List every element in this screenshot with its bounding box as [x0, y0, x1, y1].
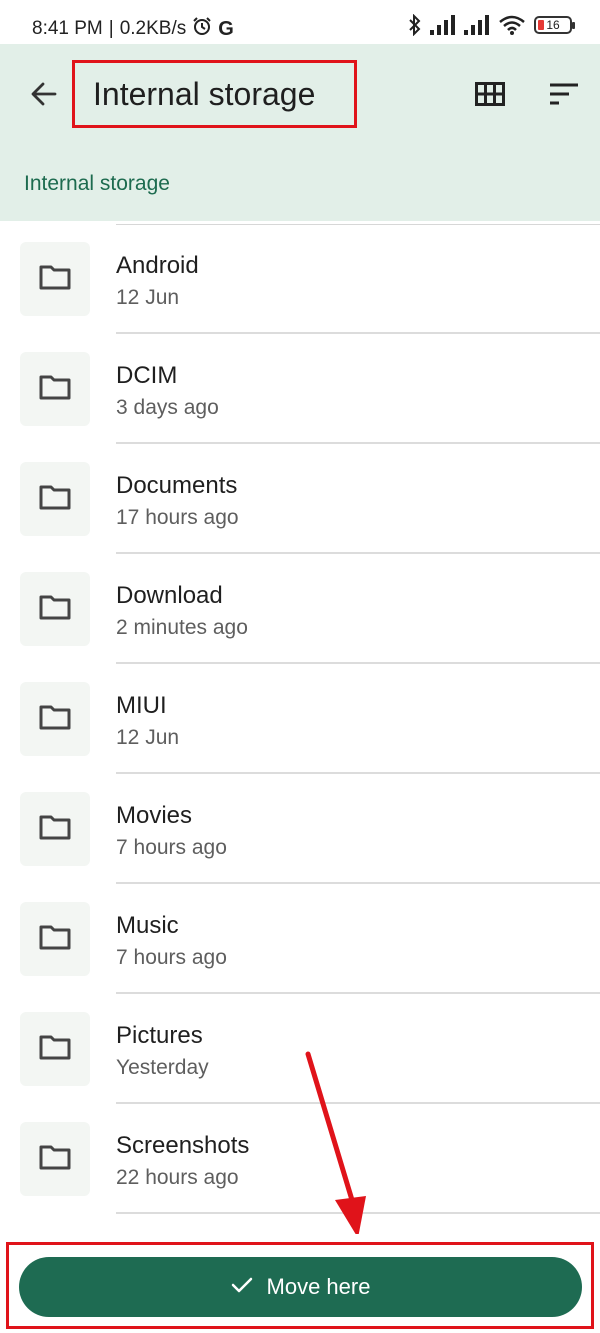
- folder-date: 2 minutes ago: [116, 616, 248, 639]
- folder-icon: [39, 594, 71, 625]
- folder-icon-container: [20, 352, 90, 426]
- status-left: 8:41 PM | 0.2KB/s G: [32, 16, 234, 42]
- folder-icon: [39, 484, 71, 515]
- folder-icon-container: [20, 682, 90, 756]
- bluetooth-icon: [408, 14, 422, 36]
- folder-name: MIUI: [116, 692, 167, 719]
- folder-icon-container: [20, 792, 90, 866]
- folder-name: Pictures: [116, 1022, 203, 1049]
- battery-icon: 16: [534, 16, 575, 34]
- folder-icon-container: [20, 462, 90, 536]
- folder-date: 22 hours ago: [116, 1166, 239, 1189]
- folder-icon: [39, 924, 71, 955]
- folder-name: Music: [116, 912, 179, 939]
- folder-icon-container: [20, 902, 90, 976]
- breadcrumb[interactable]: Internal storage: [24, 172, 170, 196]
- wifi-icon: [498, 15, 526, 35]
- alarm-icon: [192, 16, 212, 42]
- list-item[interactable]: Android 12 Jun: [0, 224, 600, 334]
- folder-name: Documents: [116, 472, 238, 499]
- folder-date: 17 hours ago: [116, 506, 239, 529]
- status-separator: |: [108, 18, 114, 39]
- page-title: Internal storage: [93, 75, 316, 112]
- bottom-action-area: Move here: [0, 1234, 600, 1333]
- sort-button[interactable]: [542, 74, 586, 118]
- battery-level: 16: [546, 18, 560, 32]
- folder-date: 12 Jun: [116, 726, 180, 749]
- signal-icon: [430, 15, 456, 35]
- app-bar: Internal storage Internal storage: [0, 44, 600, 221]
- status-speed: 0.2KB/s: [119, 18, 187, 39]
- folder-date: 7 hours ago: [116, 946, 227, 969]
- arrow-back-icon: [30, 80, 58, 113]
- folder-date: 12 Jun: [116, 286, 180, 309]
- grid-view-icon: [475, 81, 505, 111]
- move-here-button[interactable]: Move here: [19, 1257, 582, 1317]
- folder-name: Movies: [116, 802, 193, 829]
- title-highlight-box: Internal storage: [72, 60, 357, 128]
- folder-name: DCIM: [116, 362, 178, 389]
- folder-date: 7 hours ago: [116, 836, 227, 859]
- folder-name: Screenshots: [116, 1132, 250, 1159]
- folder-name: Download: [116, 582, 223, 609]
- folder-icon: [39, 1144, 71, 1175]
- folder-icon: [39, 374, 71, 405]
- folder-icon: [39, 814, 71, 845]
- folder-icon-container: [20, 572, 90, 646]
- status-right: 16: [408, 14, 575, 36]
- list-item[interactable]: Movies 7 hours ago: [0, 774, 600, 884]
- folder-icon-container: [20, 242, 90, 316]
- list-item[interactable]: Download 2 minutes ago: [0, 554, 600, 664]
- folder-icon: [39, 1034, 71, 1065]
- folder-name: Android: [116, 252, 199, 279]
- back-button[interactable]: [22, 74, 66, 118]
- folder-date: Yesterday: [116, 1056, 209, 1079]
- annotation-arrow: [305, 1051, 366, 1238]
- folder-icon: [39, 704, 71, 735]
- folder-icon-container: [20, 1012, 90, 1086]
- list-item[interactable]: DCIM 3 days ago: [0, 334, 600, 444]
- signal-icon: [464, 15, 490, 35]
- grid-view-button[interactable]: [468, 74, 512, 118]
- list-item[interactable]: MIUI 12 Jun: [0, 664, 600, 774]
- list-item[interactable]: Music 7 hours ago: [0, 884, 600, 994]
- status-time: 8:41 PM: [32, 18, 103, 39]
- list-item[interactable]: Documents 17 hours ago: [0, 444, 600, 554]
- google-icon: G: [218, 17, 234, 40]
- sort-icon: [549, 83, 579, 110]
- folder-icon-container: [20, 1122, 90, 1196]
- status-bar: 8:41 PM | 0.2KB/s G 16: [0, 0, 600, 44]
- check-icon: [231, 1276, 253, 1299]
- folder-date: 3 days ago: [116, 396, 219, 419]
- folder-icon: [39, 264, 71, 295]
- move-here-label: Move here: [266, 1274, 371, 1299]
